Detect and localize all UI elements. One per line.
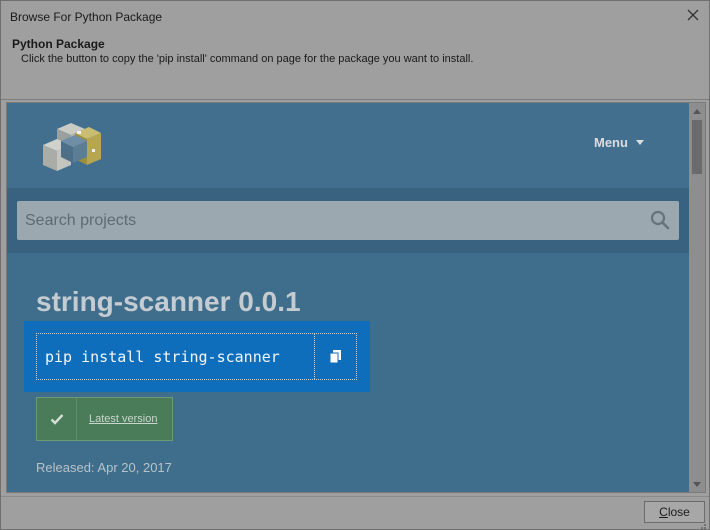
chevron-down-icon xyxy=(635,140,644,145)
search-icon[interactable] xyxy=(650,210,670,230)
pip-command-text[interactable]: pip install string-scanner xyxy=(37,348,315,366)
latest-version-link[interactable]: Latest version xyxy=(77,413,157,425)
header-description: Click the button to copy the 'pip instal… xyxy=(21,53,474,65)
latest-version-button[interactable]: Latest version xyxy=(36,397,173,441)
dialog-header: Python Package Click the button to copy … xyxy=(1,33,709,101)
title-bar: Browse For Python Package xyxy=(1,1,709,33)
header-title: Python Package xyxy=(12,37,105,51)
browse-package-dialog: Browse For Python Package Python Package… xyxy=(0,0,710,530)
search-box xyxy=(17,201,679,240)
scroll-down-arrow-icon[interactable] xyxy=(689,476,705,492)
search-section xyxy=(7,188,689,253)
close-button-mnemonic: C xyxy=(659,505,668,519)
scroll-thumb[interactable] xyxy=(692,120,702,174)
footer-divider xyxy=(1,496,709,497)
embedded-browser: Menu string-scanner 0.0.1 pip install st… xyxy=(6,102,706,493)
vertical-scrollbar[interactable] xyxy=(689,103,705,492)
header-divider xyxy=(1,99,709,100)
pip-command-box[interactable]: pip install string-scanner xyxy=(36,333,357,380)
resize-grip-icon[interactable] xyxy=(697,517,707,529)
release-date: Released: Apr 20, 2017 xyxy=(36,460,172,475)
scroll-up-arrow-icon[interactable] xyxy=(689,103,705,119)
close-button-label: lose xyxy=(667,505,690,519)
check-icon xyxy=(37,398,77,440)
window-title: Browse For Python Package xyxy=(10,10,163,24)
pypi-logo-icon[interactable] xyxy=(35,119,105,177)
copy-icon xyxy=(329,349,341,363)
site-header: Menu xyxy=(7,103,689,188)
copy-button[interactable] xyxy=(314,334,356,379)
menu-button[interactable]: Menu xyxy=(594,135,644,150)
close-icon[interactable] xyxy=(685,7,701,23)
package-title: string-scanner 0.0.1 xyxy=(36,286,301,317)
close-button[interactable]: Close xyxy=(644,501,705,523)
search-input[interactable] xyxy=(17,201,637,240)
menu-label: Menu xyxy=(594,135,628,150)
